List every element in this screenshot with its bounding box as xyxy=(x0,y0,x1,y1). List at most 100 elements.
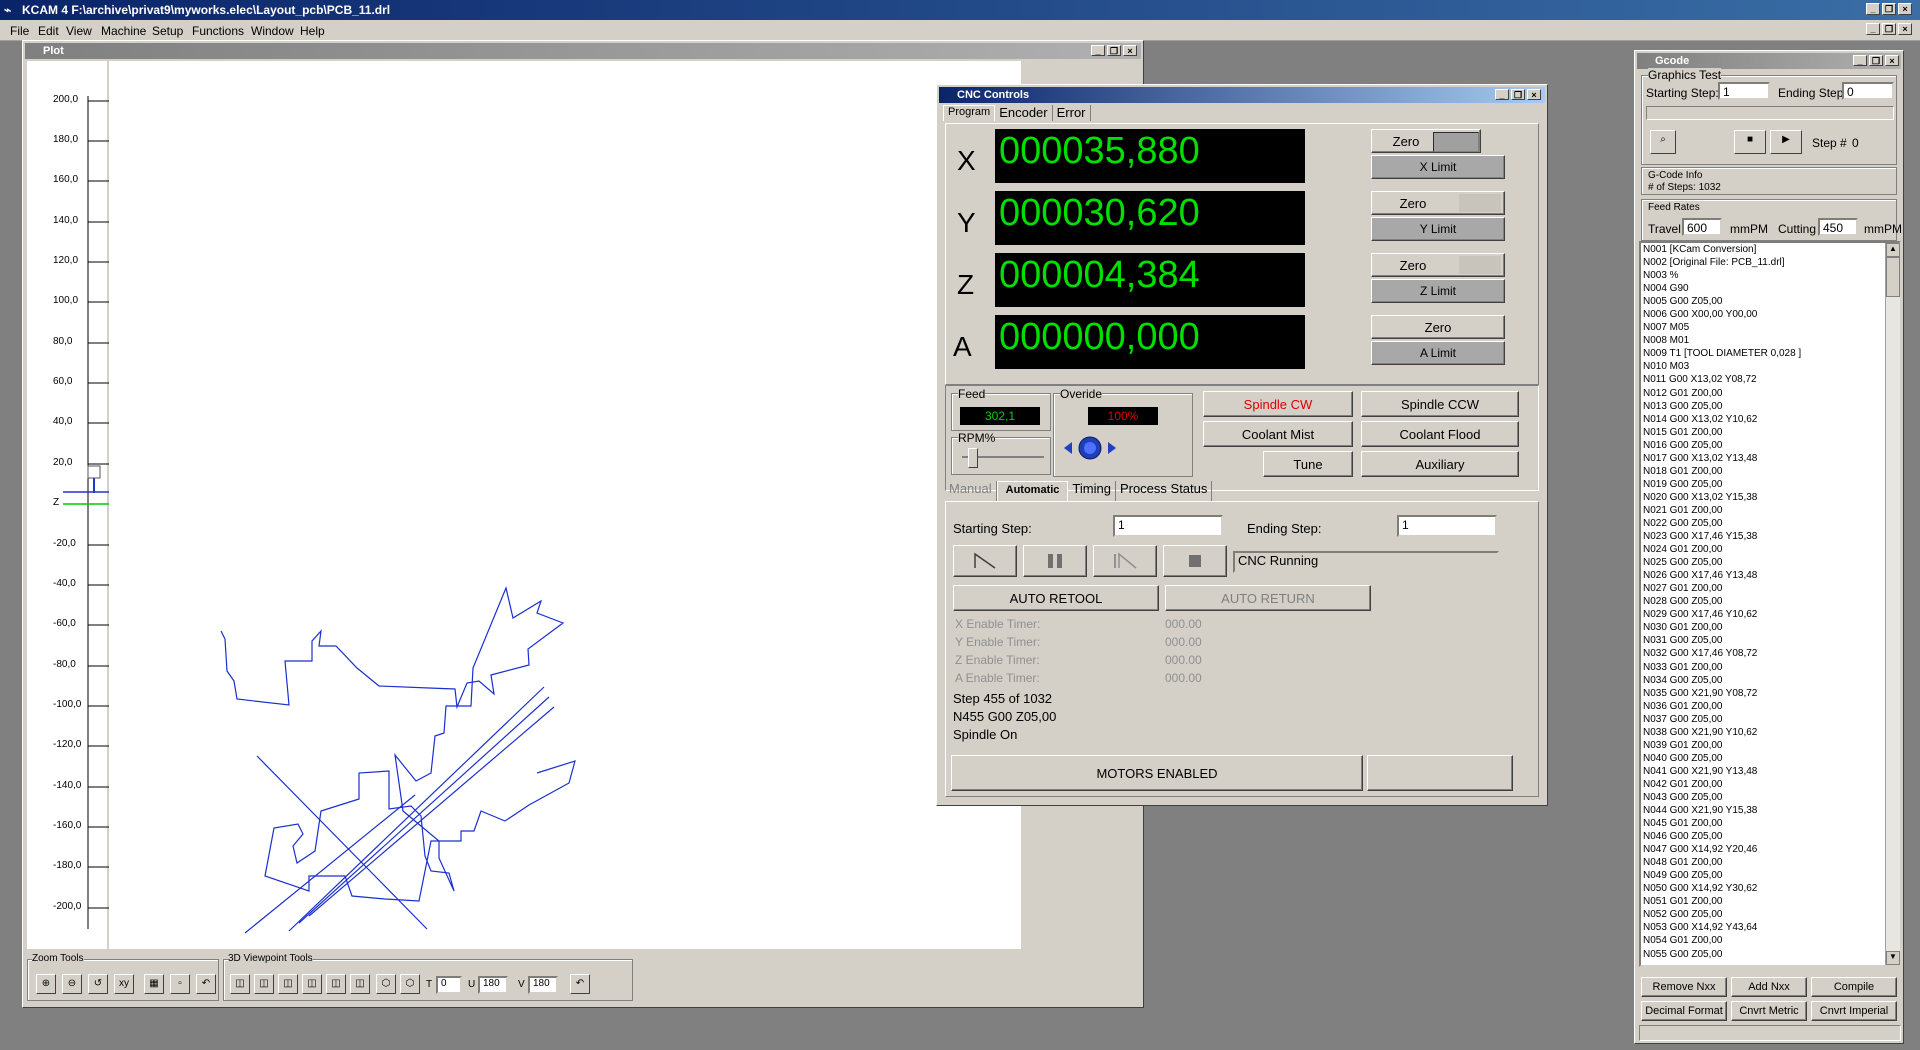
menu-file[interactable]: File xyxy=(10,24,29,38)
zoom-out-icon[interactable]: ⊖ xyxy=(62,974,82,994)
minimize-icon[interactable]: _ xyxy=(1866,3,1880,15)
scroll-down-icon[interactable]: ▼ xyxy=(1886,951,1900,965)
gcode-line[interactable]: N020 G00 X13,02 Y15,38 xyxy=(1643,491,1899,504)
gcode-line[interactable]: N040 G00 Z05,00 xyxy=(1643,752,1899,765)
gcode-ending-step-input[interactable]: 0 xyxy=(1842,82,1894,100)
gcode-listing[interactable]: N001 [KCam Conversion] N002 [Original Fil… xyxy=(1639,241,1901,967)
step-forward-icon[interactable]: ▶ xyxy=(1770,130,1802,154)
spindle-cw-button[interactable]: Spindle CW xyxy=(1203,391,1353,417)
gcode-line[interactable]: N010 M03 xyxy=(1643,360,1899,373)
coolant-mist-button[interactable]: Coolant Mist xyxy=(1203,421,1353,447)
gcode-line[interactable]: N049 G00 Z05,00 xyxy=(1643,869,1899,882)
rpm-slider-thumb[interactable] xyxy=(968,448,978,468)
tab-program[interactable]: Program xyxy=(943,105,996,121)
gcode-line[interactable]: N007 M05 xyxy=(1643,321,1899,334)
gcode-line[interactable]: N035 G00 X21,90 Y08,72 xyxy=(1643,687,1899,700)
gcode-line[interactable]: N012 G01 Z00,00 xyxy=(1643,387,1899,400)
gcode-line[interactable]: N041 G00 X21,90 Y13,48 xyxy=(1643,765,1899,778)
gcode-line[interactable]: N001 [KCam Conversion] xyxy=(1643,243,1899,256)
zoom-reset-icon[interactable]: ↶ xyxy=(196,974,216,994)
cnc-minimize-icon[interactable]: _ xyxy=(1495,89,1509,100)
gcode-line[interactable]: N053 G00 X14,92 Y43,64 xyxy=(1643,921,1899,934)
stop-run-icon[interactable] xyxy=(1163,545,1227,577)
auxiliary-button[interactable]: Auxiliary xyxy=(1361,451,1519,477)
spindle-ccw-button[interactable]: Spindle CCW xyxy=(1361,391,1519,417)
menu-help[interactable]: Help xyxy=(300,24,325,38)
a-zero-button[interactable]: Zero xyxy=(1371,315,1505,339)
gcode-line[interactable]: N046 G00 Z05,00 xyxy=(1643,830,1899,843)
gcode-line[interactable]: N018 G01 Z00,00 xyxy=(1643,465,1899,478)
gcode-line[interactable]: N021 G01 Z00,00 xyxy=(1643,504,1899,517)
close-icon[interactable]: × xyxy=(1898,3,1912,15)
view-iso-5-icon[interactable]: ◫ xyxy=(326,974,346,994)
gcode-starting-step-input[interactable]: 1 xyxy=(1718,82,1770,100)
step-icon[interactable] xyxy=(1093,545,1157,577)
gcode-line[interactable]: N036 G01 Z00,00 xyxy=(1643,700,1899,713)
gcode-line[interactable]: N006 G00 X00,00 Y00,00 xyxy=(1643,308,1899,321)
compile-button[interactable]: Compile xyxy=(1811,977,1897,997)
auto-starting-step-input[interactable]: 1 xyxy=(1113,515,1223,537)
menu-functions[interactable]: Functions xyxy=(192,24,244,38)
gcode-line[interactable]: N025 G00 Z05,00 xyxy=(1643,556,1899,569)
gcode-line[interactable]: N031 G00 Z05,00 xyxy=(1643,634,1899,647)
menu-view[interactable]: View xyxy=(66,24,92,38)
view-cube-2-icon[interactable]: ⬡ xyxy=(400,974,420,994)
gcode-line[interactable]: N002 [Original File: PCB_11.drl] xyxy=(1643,256,1899,269)
gcode-line[interactable]: N052 G00 Z05,00 xyxy=(1643,908,1899,921)
gcode-line[interactable]: N048 G01 Z00,00 xyxy=(1643,856,1899,869)
menu-machine[interactable]: Machine xyxy=(101,24,146,38)
zoom-in-icon[interactable]: ⊕ xyxy=(36,974,56,994)
view-iso-2-icon[interactable]: ◫ xyxy=(254,974,274,994)
mdi-close-icon[interactable]: × xyxy=(1898,23,1912,35)
run-icon[interactable] xyxy=(953,545,1017,577)
view-reset-icon[interactable]: ↶ xyxy=(570,974,590,994)
gcode-line[interactable]: N050 G00 X14,92 Y30,62 xyxy=(1643,882,1899,895)
decimal-format-button[interactable]: Decimal Format xyxy=(1641,1001,1727,1021)
stop-icon[interactable]: ■ xyxy=(1734,130,1766,154)
scroll-thumb[interactable] xyxy=(1886,257,1900,297)
remove-nxx-button[interactable]: Remove Nxx xyxy=(1641,977,1727,997)
zoom-rotate-icon[interactable]: ↺ xyxy=(88,974,108,994)
add-nxx-button[interactable]: Add Nxx xyxy=(1731,977,1807,997)
scroll-up-icon[interactable]: ▲ xyxy=(1886,243,1900,257)
v-input[interactable]: 180 xyxy=(528,976,558,994)
gcode-line[interactable]: N017 G00 X13,02 Y13,48 xyxy=(1643,452,1899,465)
cnc-close-icon[interactable]: × xyxy=(1527,89,1541,100)
gcode-line[interactable]: N005 G00 Z05,00 xyxy=(1643,295,1899,308)
view-iso-3-icon[interactable]: ◫ xyxy=(278,974,298,994)
gcode-line[interactable]: N023 G00 X17,46 Y15,38 xyxy=(1643,530,1899,543)
u-input[interactable]: 180 xyxy=(478,976,508,994)
plot-canvas[interactable] xyxy=(109,61,1021,949)
cutting-input[interactable]: 450 xyxy=(1818,218,1858,236)
gcode-line[interactable]: N019 G00 Z05,00 xyxy=(1643,478,1899,491)
plot-minimize-icon[interactable]: _ xyxy=(1091,45,1105,56)
tab-automatic[interactable]: Automatic xyxy=(996,481,1069,501)
gcode-line[interactable]: N011 G00 X13,02 Y08,72 xyxy=(1643,373,1899,386)
plot-restore-icon[interactable]: ❐ xyxy=(1107,45,1121,56)
gcode-line[interactable]: N032 G00 X17,46 Y08,72 xyxy=(1643,647,1899,660)
menu-window[interactable]: Window xyxy=(251,24,294,38)
gcode-line[interactable]: N008 M01 xyxy=(1643,334,1899,347)
gcode-line[interactable]: N033 G01 Z00,00 xyxy=(1643,661,1899,674)
gcode-line[interactable]: N034 G00 Z05,00 xyxy=(1643,674,1899,687)
gcode-line[interactable]: N044 G00 X21,90 Y15,38 xyxy=(1643,804,1899,817)
tab-manual[interactable]: Manual xyxy=(945,481,997,501)
menu-setup[interactable]: Setup xyxy=(152,24,183,38)
gcode-line[interactable]: N027 G01 Z00,00 xyxy=(1643,582,1899,595)
tune-button[interactable]: Tune xyxy=(1263,451,1353,477)
binoculars-icon[interactable]: ⌕ xyxy=(1650,130,1676,154)
gcode-line[interactable]: N028 G00 Z05,00 xyxy=(1643,595,1899,608)
gcode-close-icon[interactable]: × xyxy=(1885,55,1899,66)
gcode-line[interactable]: N051 G01 Z00,00 xyxy=(1643,895,1899,908)
gcode-line[interactable]: N013 G00 Z05,00 xyxy=(1643,400,1899,413)
auto-return-button[interactable]: AUTO RETURN xyxy=(1165,585,1371,611)
plot-close-icon[interactable]: × xyxy=(1123,45,1137,56)
gcode-line[interactable]: N014 G00 X13,02 Y10,62 xyxy=(1643,413,1899,426)
gcode-line[interactable]: N022 G00 Z05,00 xyxy=(1643,517,1899,530)
view-iso-4-icon[interactable]: ◫ xyxy=(302,974,322,994)
motors-enabled-button[interactable]: MOTORS ENABLED xyxy=(951,755,1363,791)
gcode-line[interactable]: N026 G00 X17,46 Y13,48 xyxy=(1643,569,1899,582)
tab-error[interactable]: Error xyxy=(1053,105,1091,121)
gcode-line[interactable]: N024 G01 Z00,00 xyxy=(1643,543,1899,556)
gcode-line[interactable]: N054 G01 Z00,00 xyxy=(1643,934,1899,947)
